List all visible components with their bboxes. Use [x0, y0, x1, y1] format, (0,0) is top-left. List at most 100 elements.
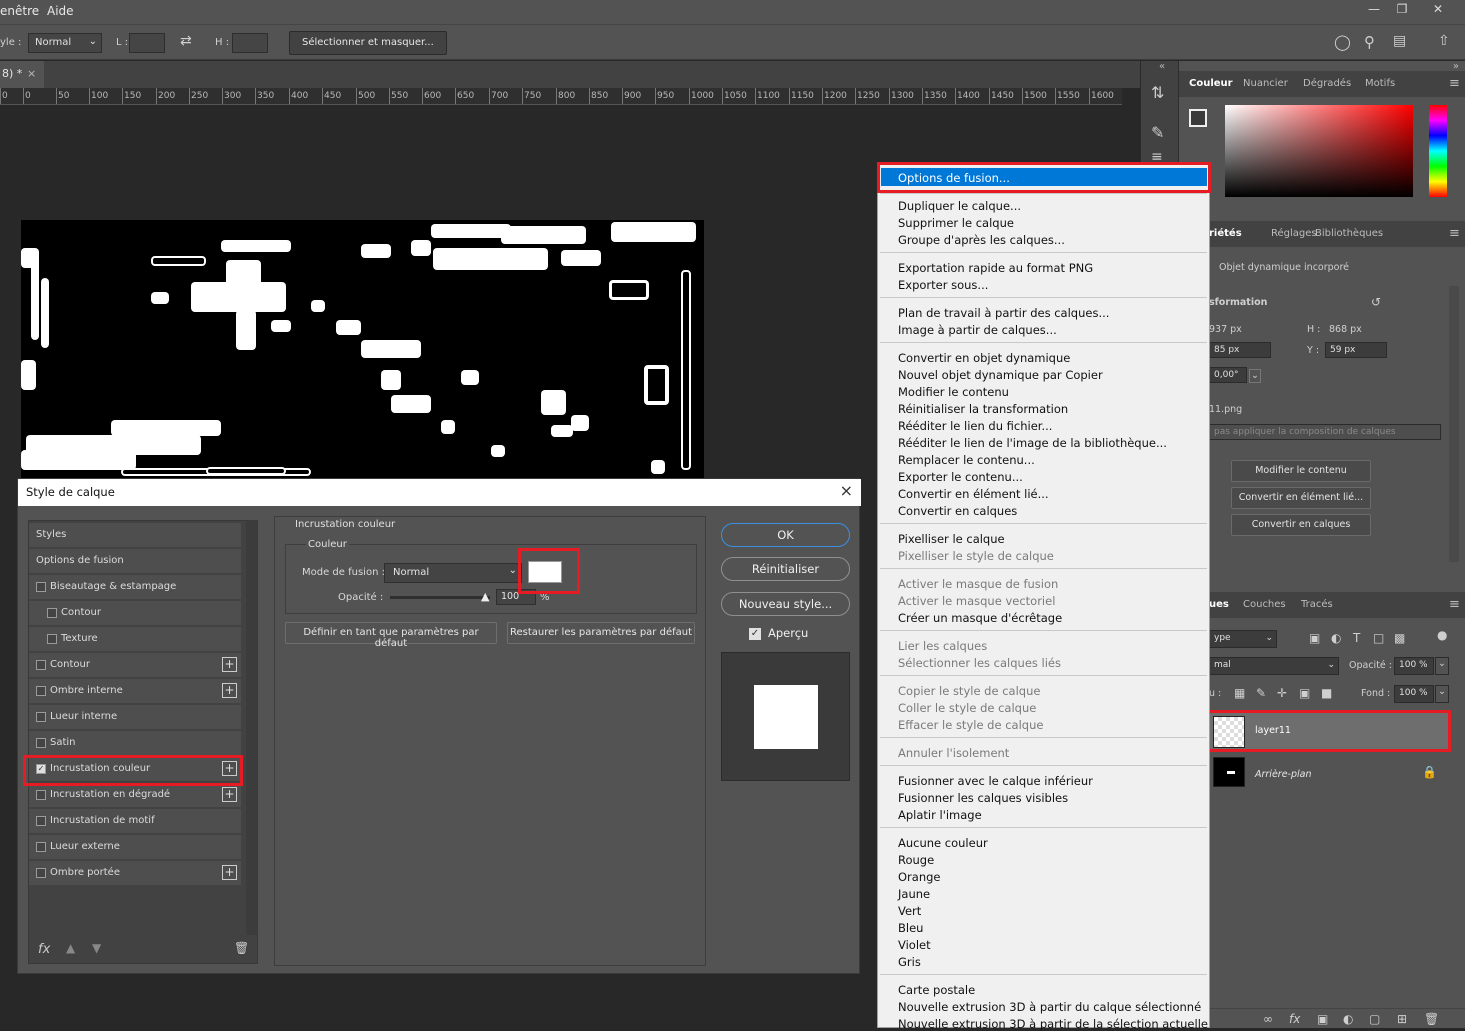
set-default-button[interactable]: Définir en tant que paramètres par défau… — [285, 622, 497, 649]
menu-item[interactable]: Exporter le contenu... — [898, 470, 1023, 484]
reset-button[interactable]: Réinitialiser — [721, 557, 850, 581]
menu-item[interactable]: Vert — [898, 904, 921, 918]
add-effect-icon[interactable]: + — [222, 683, 237, 698]
x-input[interactable]: 85 px — [1209, 342, 1271, 358]
style-checkbox[interactable]: ✓ — [36, 764, 46, 774]
chevron-down-icon[interactable]: ⌄ — [1435, 657, 1449, 675]
convert-linked-button[interactable]: Convertir en élément lié... — [1231, 487, 1371, 509]
menu-item[interactable]: Exporter sous... — [898, 278, 988, 292]
layer-name[interactable]: layer11 — [1255, 725, 1291, 736]
hue-slider[interactable] — [1429, 105, 1447, 197]
preview-checkbox[interactable]: ✓ — [749, 628, 761, 640]
blend-mode-select[interactable]: Normal ⌄ — [384, 563, 522, 583]
panel-menu-icon[interactable]: ≡ — [1449, 597, 1460, 612]
menu-item[interactable]: Orange — [898, 870, 941, 884]
style-item[interactable]: Ombre interne + — [29, 679, 241, 704]
layer-comp-select[interactable]: pas appliquer la composition de calques — [1209, 424, 1441, 440]
style-item[interactable]: Incrustation de motif — [29, 809, 241, 834]
new-style-button[interactable]: Nouveau style... — [721, 592, 850, 616]
add-effect-icon[interactable]: + — [222, 787, 237, 802]
new-layer-icon[interactable]: ⊞ — [1397, 1012, 1407, 1026]
tab-couleur[interactable]: Couleur — [1189, 78, 1233, 89]
panel-menu-icon[interactable]: ≡ — [1449, 226, 1460, 241]
menu-item[interactable]: Jaune — [898, 887, 930, 901]
user-share-icon[interactable]: ◯ — [1334, 33, 1351, 51]
close-icon[interactable]: × — [840, 481, 853, 500]
filter-adjust-icon[interactable]: ◐ — [1331, 631, 1341, 645]
overlay-color-swatch[interactable] — [528, 561, 562, 583]
menu-fenetre[interactable]: enêtre — [0, 4, 39, 18]
chevron-down-icon[interactable]: ⌄ — [1249, 369, 1261, 383]
ok-button[interactable]: OK — [721, 523, 850, 547]
style-checkbox[interactable] — [36, 712, 46, 722]
tab-close-icon[interactable]: × — [27, 67, 36, 80]
restore-default-button[interactable]: Restaurer les paramètres par défaut — [507, 622, 695, 644]
menu-item[interactable]: Fusionner les calques visibles — [898, 791, 1068, 805]
slider-handle-icon[interactable]: ▲ — [481, 590, 489, 603]
style-item[interactable]: Options de fusion — [29, 549, 241, 574]
style-item[interactable]: Contour — [29, 601, 241, 626]
link-layers-icon[interactable]: ∞ — [1263, 1012, 1273, 1026]
convert-layers-button[interactable]: Convertir en calques — [1231, 514, 1371, 536]
menu-item[interactable]: Carte postale — [898, 983, 975, 997]
style-item[interactable]: Styles — [29, 523, 241, 548]
menu-item[interactable]: Pixelliser le calque — [898, 532, 1005, 546]
fx-button[interactable]: fx — [38, 942, 50, 957]
edit-contents-button[interactable]: Modifier le contenu — [1231, 460, 1371, 482]
menu-aide[interactable]: Aide — [47, 4, 74, 18]
tab-traces[interactable]: Tracés — [1301, 599, 1333, 610]
style-checkbox[interactable] — [36, 842, 46, 852]
height-input[interactable] — [232, 33, 268, 53]
style-checkbox[interactable] — [36, 816, 46, 826]
layer-row-layer11[interactable]: layer11 — [1179, 711, 1449, 751]
style-item[interactable]: Incrustation en dégradé + — [29, 783, 241, 808]
style-item[interactable]: Lueur interne — [29, 705, 241, 730]
tab-motifs[interactable]: Motifs — [1365, 78, 1395, 89]
layer-row-background[interactable]: Arrière-plan 🔒 — [1179, 753, 1449, 793]
style-item[interactable]: Contour + — [29, 653, 241, 678]
style-item[interactable]: Satin — [29, 731, 241, 756]
tab-couches[interactable]: Couches — [1243, 599, 1286, 610]
style-checkbox[interactable] — [36, 738, 46, 748]
reset-transform-icon[interactable]: ↺ — [1371, 295, 1381, 309]
menu-item[interactable]: Aplatir l'image — [898, 808, 982, 822]
menu-item[interactable]: Rouge — [898, 853, 934, 867]
menu-item[interactable]: Options de fusion... — [898, 171, 1010, 185]
fill-input[interactable]: 100 % — [1394, 685, 1434, 703]
style-item[interactable]: Lueur externe — [29, 835, 241, 860]
move-up-icon[interactable]: ▲ — [66, 941, 75, 955]
blend-mode-select[interactable]: mal ⌄ — [1209, 657, 1339, 675]
width-input[interactable] — [129, 33, 165, 53]
style-item[interactable]: Ombre portée + — [29, 861, 241, 886]
tab-calques[interactable]: ues — [1209, 599, 1229, 610]
add-effect-icon[interactable]: + — [222, 865, 237, 880]
menu-item[interactable]: Supprimer le calque — [898, 216, 1014, 230]
brush-icon[interactable]: ✎ — [1151, 123, 1164, 142]
menu-item[interactable]: Convertir en objet dynamique — [898, 351, 1070, 365]
menu-item[interactable]: Créer un masque d'écrêtage — [898, 611, 1062, 625]
style-item[interactable]: ✓ Incrustation couleur + — [29, 757, 241, 782]
tab-nuancier[interactable]: Nuancier — [1243, 78, 1288, 89]
menu-item[interactable]: Nouvelle extrusion 3D à partir de la sél… — [898, 1017, 1208, 1031]
menu-item[interactable]: Nouvel objet dynamique par Copier — [898, 368, 1103, 382]
trash-icon[interactable]: 🗑 — [234, 941, 249, 955]
document-tab[interactable]: 8) * × — [0, 61, 44, 88]
properties-scrollbar[interactable] — [1449, 286, 1459, 562]
styles-scrollbar[interactable] — [246, 520, 258, 935]
menu-item[interactable]: Violet — [898, 938, 931, 952]
style-checkbox[interactable] — [47, 634, 57, 644]
filter-shape-icon[interactable]: □ — [1373, 631, 1384, 645]
trash-icon[interactable]: 🗑 — [1424, 1012, 1439, 1026]
menu-item[interactable]: Rééditer le lien du fichier... — [898, 419, 1052, 433]
style-checkbox[interactable] — [36, 790, 46, 800]
filter-smart-icon[interactable]: ▩ — [1394, 631, 1405, 645]
workspace-icon[interactable]: ▤ — [1393, 33, 1406, 49]
lock-transparent-icon[interactable]: ▦ — [1234, 686, 1245, 700]
menu-item[interactable]: Dupliquer le calque... — [898, 199, 1021, 213]
angle-input[interactable]: 0,00° — [1209, 367, 1247, 383]
menu-item[interactable]: Image à partir de calques... — [898, 323, 1057, 337]
lock-artboard-icon[interactable]: ▣ — [1299, 686, 1310, 700]
lock-position-icon[interactable]: ✛ — [1277, 686, 1287, 700]
style-checkbox[interactable] — [36, 660, 46, 670]
foreground-swatch[interactable] — [1189, 109, 1207, 127]
